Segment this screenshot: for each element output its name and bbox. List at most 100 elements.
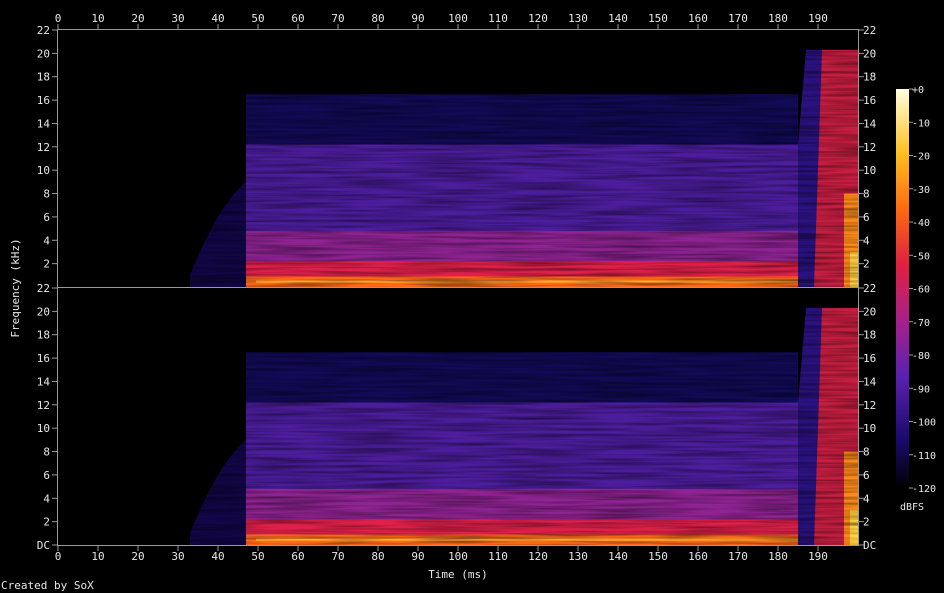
x-tick-label-bottom-2: 20: [131, 550, 144, 563]
y-tick-label-right-ch1-4: 14: [863, 117, 877, 130]
colorbar-tick-label-2: -20: [912, 152, 930, 163]
y-tick-label-left-ch1-4: 14: [37, 117, 51, 130]
y-tick-label-left-ch1-10: 2: [43, 258, 50, 271]
x-tick-label-top-6: 60: [291, 12, 304, 25]
y-tick-label-right-ch1-5: 12: [863, 141, 876, 154]
y-tick-label-right-ch1-3: 16: [863, 94, 876, 107]
x-tick-label-bottom-9: 90: [411, 550, 424, 563]
y-tick-label-right-ch2-10: 2: [863, 516, 870, 529]
x-tick-label-top-11: 110: [488, 12, 508, 25]
channel-1-plot: [58, 30, 858, 287]
x-tick-label-top-8: 80: [371, 12, 384, 25]
y-axis-label: Frequency (kHz): [9, 238, 22, 337]
x-tick-label-top-1: 10: [91, 12, 104, 25]
y-tick-label-right-ch1-8: 6: [863, 211, 870, 224]
channel-2-texture: [58, 288, 858, 545]
y-tick-label-left-ch2-10: 2: [43, 516, 50, 529]
x-tick-label-bottom-19: 190: [808, 550, 828, 563]
y-tick-label-right-ch1-0: 22: [863, 24, 876, 37]
colorbar-tick-label-6: -60: [912, 285, 930, 296]
colorbar-tick-label-9: -90: [912, 384, 930, 395]
x-tick-label-bottom-10: 100: [448, 550, 468, 563]
colorbar-gradient: [896, 89, 909, 488]
y-tick-label-right-ch1-1: 20: [863, 47, 876, 60]
y-tick-label-right-ch1-9: 4: [863, 234, 870, 247]
x-tick-label-top-14: 140: [608, 12, 628, 25]
x-tick-label-bottom-7: 70: [331, 550, 344, 563]
x-tick-label-bottom-8: 80: [371, 550, 384, 563]
colorbar: +0 -10 -20 -30 -40 -50 -60 -70 -80 -90 -100 -110 -12…: [896, 85, 936, 513]
x-tick-label-bottom-11: 110: [488, 550, 508, 563]
x-tick-label-top-12: 120: [528, 12, 548, 25]
y-tick-label-left-ch2-3: 16: [37, 352, 50, 365]
x-axis-label: Time (ms): [428, 568, 488, 581]
y-tick-label-right-ch2-6: 10: [863, 422, 876, 435]
y-tick-label-left-ch2-0: 22: [37, 282, 50, 295]
y-tick-label-right-ch2-9: 4: [863, 492, 870, 505]
x-tick-label-top-13: 130: [568, 12, 588, 25]
credit-text: Created by SoX: [1, 579, 94, 592]
x-tick-label-top-15: 150: [648, 12, 668, 25]
y-axis-right: 222018161412108642222018161412108642DC: [859, 24, 877, 552]
y-tick-label-right-ch2-8: 6: [863, 469, 870, 482]
y-tick-label-left-ch1-2: 18: [37, 71, 50, 84]
x-tick-label-bottom-15: 150: [648, 550, 668, 563]
colorbar-tick-label-1: -10: [912, 118, 930, 129]
x-axis-bottom: 0 10 20 30 40 50 60 70 80 90 100 110 120 130 140 150 160…: [55, 546, 828, 563]
spectrogram-chart: 0 10 20 30 40 50 60 70 80 90 100 110 120 130 140 150 160…: [1, 12, 936, 592]
colorbar-label: dBFS: [900, 502, 924, 513]
x-tick-label-bottom-17: 170: [728, 550, 748, 563]
y-tick-label-left-ch2-7: 8: [43, 446, 50, 459]
x-tick-label-top-7: 70: [331, 12, 344, 25]
colorbar-tick-label-10: -100: [912, 418, 936, 429]
colorbar-tick-label-4: -40: [912, 218, 930, 229]
channel-2-plot: [58, 288, 858, 545]
x-tick-label-bottom-14: 140: [608, 550, 628, 563]
y-tick-label-left-ch1-8: 6: [43, 211, 50, 224]
x-tick-label-top-18: 180: [768, 12, 788, 25]
y-tick-label-left-ch2-6: 10: [37, 422, 50, 435]
y-tick-label-right-ch2-3: 16: [863, 352, 876, 365]
x-tick-label-top-17: 170: [728, 12, 748, 25]
y-tick-label-left-ch2-2: 18: [37, 329, 50, 342]
y-tick-label-right-ch2-0: 22: [863, 282, 876, 295]
colorbar-tick-label-3: -30: [912, 185, 930, 196]
y-tick-label-left-ch1-1: 20: [37, 47, 50, 60]
x-tick-label-top-9: 90: [411, 12, 424, 25]
x-tick-label-bottom-12: 120: [528, 550, 548, 563]
y-tick-label-left-ch1-9: 4: [43, 234, 50, 247]
x-tick-label-bottom-3: 30: [171, 550, 184, 563]
y-tick-label-right-ch2-7: 8: [863, 446, 870, 459]
y-tick-label-left-ch2-1: 20: [37, 305, 50, 318]
x-tick-label-bottom-16: 160: [688, 550, 708, 563]
x-tick-label-top-4: 40: [211, 12, 224, 25]
colorbar-tick-label-7: -70: [912, 318, 930, 329]
x-tick-label-top-10: 100: [448, 12, 468, 25]
x-tick-label-top-2: 20: [131, 12, 144, 25]
y-tick-label-right-ch2-4: 14: [863, 375, 877, 388]
x-tick-label-bottom-6: 60: [291, 550, 304, 563]
x-tick-label-bottom-1: 10: [91, 550, 104, 563]
y-tick-label-right-ch2-2: 18: [863, 329, 876, 342]
y-tick-label-left-ch1-7: 8: [43, 188, 50, 201]
y-tick-label-left-ch1-6: 10: [37, 164, 50, 177]
y-tick-label-left-ch2-8: 6: [43, 469, 50, 482]
x-tick-label-top-3: 30: [171, 12, 184, 25]
y-tick-label-right-ch1-2: 18: [863, 71, 876, 84]
colorbar-tick-label-8: -80: [912, 351, 930, 362]
x-tick-label-top-5: 50: [251, 12, 264, 25]
y-tick-label-left-ch1-5: 12: [37, 141, 50, 154]
x-tick-label-bottom-5: 50: [251, 550, 264, 563]
colorbar-tick-label-0: +0: [912, 85, 924, 96]
x-tick-label-bottom-13: 130: [568, 550, 588, 563]
y-tick-label-left-ch2-5: 12: [37, 399, 50, 412]
y-axis-left: 222018161412108642222018161412108642DC: [37, 24, 57, 552]
channel-1-texture: [58, 30, 858, 287]
x-tick-label-top-19: 190: [808, 12, 828, 25]
colorbar-tick-label-5: -50: [912, 251, 930, 262]
y-tick-label-right-ch2-1: 20: [863, 305, 876, 318]
y-tick-label-right-ch2-5: 12: [863, 399, 876, 412]
colorbar-tick-label-11: -110: [912, 451, 936, 462]
x-axis-top: 0 10 20 30 40 50 60 70 80 90 100 110 120 130 140 150 160…: [55, 12, 828, 29]
y-tick-label-right-ch1-10: 2: [863, 258, 870, 271]
